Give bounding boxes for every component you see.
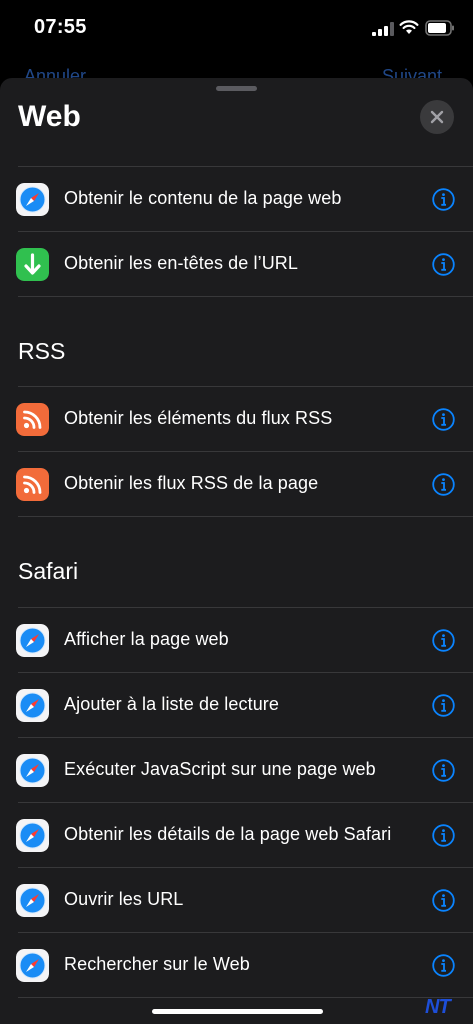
status-time: 07:55: [34, 16, 87, 38]
battery-icon: [425, 20, 454, 36]
rss-icon: [16, 468, 49, 501]
action-label: Afficher la page web: [64, 629, 229, 649]
action-row[interactable]: Obtenir les détails de la page web Safar…: [0, 803, 473, 867]
info-icon[interactable]: [432, 824, 455, 847]
info-icon[interactable]: [432, 408, 455, 431]
wifi-icon: [399, 20, 419, 34]
action-label: Obtenir le contenu de la page web: [64, 188, 342, 208]
safari-icon: [16, 183, 49, 216]
action-row[interactable]: Obtenir les flux RSS de la page: [0, 452, 473, 516]
info-icon[interactable]: [432, 759, 455, 782]
info-icon[interactable]: [432, 629, 455, 652]
sheet-title: Web: [18, 100, 81, 133]
rss-icon: [16, 403, 49, 436]
info-icon[interactable]: [432, 694, 455, 717]
action-label: Obtenir les éléments du flux RSS: [64, 408, 333, 428]
action-label: Ajouter à la liste de lecture: [64, 694, 280, 714]
info-icon[interactable]: [432, 253, 455, 276]
info-icon[interactable]: [432, 889, 455, 912]
divider: [18, 997, 473, 998]
action-row[interactable]: Afficher la page web: [0, 608, 473, 672]
action-row[interactable]: Rechercher sur le Web: [0, 933, 473, 997]
download-arrow-icon: [16, 248, 49, 281]
info-icon[interactable]: [432, 954, 455, 977]
action-label: Obtenir les détails de la page web Safar…: [64, 824, 392, 844]
cellular-signal-icon: [372, 22, 394, 36]
safari-icon: [16, 819, 49, 852]
action-label: Rechercher sur le Web: [64, 954, 250, 974]
action-row[interactable]: Obtenir les en-têtes de l’URL: [0, 232, 473, 296]
safari-icon: [16, 754, 49, 787]
action-sheet: Web Obtenir le contenu de la page web Ob…: [0, 78, 473, 1024]
safari-icon: [16, 689, 49, 722]
divider: [18, 516, 473, 517]
action-label: Ouvrir les URL: [64, 889, 184, 909]
home-indicator[interactable]: [152, 1009, 323, 1014]
action-row[interactable]: Obtenir le contenu de la page web: [0, 167, 473, 231]
safari-icon: [16, 949, 49, 982]
action-row[interactable]: Ouvrir les URL: [0, 868, 473, 932]
section-title-rss: RSS: [18, 338, 66, 364]
action-row[interactable]: Exécuter JavaScript sur une page web: [0, 738, 473, 802]
info-icon[interactable]: [432, 188, 455, 211]
action-row[interactable]: Obtenir les éléments du flux RSS: [0, 387, 473, 451]
sheet-grabber[interactable]: [216, 86, 257, 91]
action-label: Obtenir les flux RSS de la page: [64, 473, 319, 493]
action-label: Obtenir les en-têtes de l’URL: [64, 253, 299, 273]
action-label: Exécuter JavaScript sur une page web: [64, 759, 376, 779]
close-icon: [430, 110, 444, 124]
status-bar: 07:55: [0, 0, 473, 60]
close-button[interactable]: [420, 100, 454, 134]
safari-icon: [16, 624, 49, 657]
action-row[interactable]: Ajouter à la liste de lecture: [0, 673, 473, 737]
safari-icon: [16, 884, 49, 917]
watermark-logo: NT: [425, 996, 451, 1018]
divider: [18, 296, 473, 297]
section-title-safari: Safari: [18, 558, 79, 584]
info-icon[interactable]: [432, 473, 455, 496]
